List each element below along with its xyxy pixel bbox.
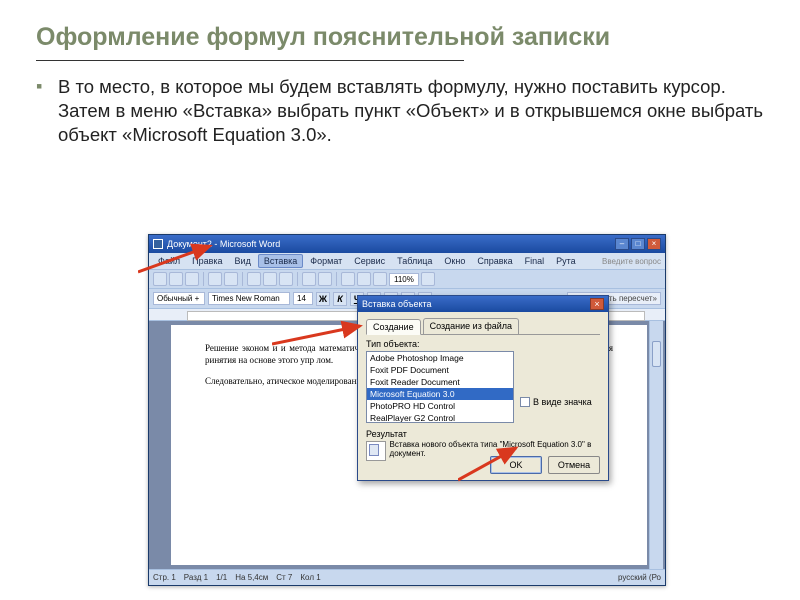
word-icon bbox=[153, 239, 163, 249]
status-at: На 5,4см bbox=[235, 573, 268, 582]
as-icon-checkbox[interactable]: В виде значка bbox=[520, 397, 600, 407]
vertical-scrollbar[interactable] bbox=[649, 321, 663, 569]
menu-final[interactable]: Final bbox=[520, 255, 550, 267]
redo-button[interactable] bbox=[318, 272, 332, 286]
tab-create-new[interactable]: Создание bbox=[366, 319, 421, 335]
standard-toolbar: 110% bbox=[149, 269, 665, 289]
columns-button[interactable] bbox=[357, 272, 371, 286]
copy-button[interactable] bbox=[263, 272, 277, 286]
ok-button[interactable]: OK bbox=[490, 456, 542, 474]
status-line: Ст 7 bbox=[276, 573, 292, 582]
bold-button[interactable]: Ж bbox=[316, 292, 330, 306]
minimize-button[interactable]: – bbox=[615, 238, 629, 250]
open-button[interactable] bbox=[169, 272, 183, 286]
cancel-button[interactable]: Отмена bbox=[548, 456, 600, 474]
print-button[interactable] bbox=[208, 272, 222, 286]
title-underline bbox=[36, 59, 464, 61]
italic-button[interactable]: К bbox=[333, 292, 347, 306]
word-title-text: Документ2 - Microsoft Word bbox=[167, 239, 615, 249]
paste-button[interactable] bbox=[279, 272, 293, 286]
list-item-selected[interactable]: Microsoft Equation 3.0 bbox=[367, 388, 513, 400]
tab-create-from-file[interactable]: Создание из файла bbox=[423, 318, 519, 334]
object-type-label: Тип объекта: bbox=[366, 339, 600, 349]
result-icon bbox=[366, 441, 386, 461]
status-lang: русский (Ро bbox=[618, 573, 661, 582]
help-button[interactable] bbox=[421, 272, 435, 286]
object-type-list[interactable]: Adobe Photoshop Image Foxit PDF Document… bbox=[366, 351, 514, 423]
checkbox-label: В виде значка bbox=[533, 397, 592, 407]
table-button[interactable] bbox=[341, 272, 355, 286]
word-titlebar[interactable]: Документ2 - Microsoft Word – □ × bbox=[149, 235, 665, 253]
slide-title: Оформление формул пояснительной записки bbox=[36, 22, 764, 53]
status-col: Кол 1 bbox=[300, 573, 320, 582]
drawing-button[interactable] bbox=[373, 272, 387, 286]
status-bar: Стр. 1 Разд 1 1/1 На 5,4см Ст 7 Кол 1 ру… bbox=[149, 569, 665, 585]
save-button[interactable] bbox=[185, 272, 199, 286]
help-search[interactable]: Введите вопрос bbox=[602, 257, 665, 266]
menu-window[interactable]: Окно bbox=[439, 255, 470, 267]
style-combo[interactable]: Обычный + bbox=[153, 292, 205, 305]
zoom-combo[interactable]: 110% bbox=[389, 273, 419, 286]
menu-view[interactable]: Вид bbox=[230, 255, 256, 267]
bullet-icon: ▪ bbox=[36, 75, 58, 147]
menu-table[interactable]: Таблица bbox=[392, 255, 437, 267]
font-combo[interactable]: Times New Roman bbox=[208, 292, 290, 305]
dialog-close-button[interactable]: × bbox=[590, 298, 604, 310]
menu-edit[interactable]: Правка bbox=[187, 255, 227, 267]
dialog-title-text: Вставка объекта bbox=[362, 299, 590, 309]
status-page: Стр. 1 bbox=[153, 573, 176, 582]
result-label: Результат bbox=[366, 429, 600, 439]
slide-body: В то место, в которое мы будем вставлять… bbox=[58, 75, 764, 147]
undo-button[interactable] bbox=[302, 272, 316, 286]
list-item[interactable]: Foxit PDF Document bbox=[367, 364, 513, 376]
list-item[interactable]: PhotoPRO HD Control bbox=[367, 400, 513, 412]
menu-ruta[interactable]: Рута bbox=[551, 255, 581, 267]
checkbox-icon[interactable] bbox=[520, 397, 530, 407]
maximize-button[interactable]: □ bbox=[631, 238, 645, 250]
cut-button[interactable] bbox=[247, 272, 261, 286]
insert-object-dialog[interactable]: Вставка объекта × Создание Создание из ф… bbox=[357, 295, 609, 481]
list-item[interactable]: Adobe Photoshop Image bbox=[367, 352, 513, 364]
list-item[interactable]: Foxit Reader Document bbox=[367, 376, 513, 388]
preview-button[interactable] bbox=[224, 272, 238, 286]
fontsize-combo[interactable]: 14 bbox=[293, 292, 313, 305]
status-section: Разд 1 bbox=[184, 573, 208, 582]
dialog-titlebar[interactable]: Вставка объекта × bbox=[358, 296, 608, 312]
word-window: Документ2 - Microsoft Word – □ × Файл Пр… bbox=[148, 234, 666, 586]
status-pages: 1/1 bbox=[216, 573, 227, 582]
close-button[interactable]: × bbox=[647, 238, 661, 250]
menu-bar: Файл Правка Вид Вставка Формат Сервис Та… bbox=[149, 253, 665, 269]
scrollbar-thumb[interactable] bbox=[652, 341, 661, 367]
menu-help[interactable]: Справка bbox=[472, 255, 517, 267]
menu-tools[interactable]: Сервис bbox=[349, 255, 390, 267]
menu-format[interactable]: Формат bbox=[305, 255, 347, 267]
menu-insert[interactable]: Вставка bbox=[258, 254, 303, 268]
new-doc-button[interactable] bbox=[153, 272, 167, 286]
menu-file[interactable]: Файл bbox=[153, 255, 185, 267]
list-item[interactable]: RealPlayer G2 Control bbox=[367, 412, 513, 423]
